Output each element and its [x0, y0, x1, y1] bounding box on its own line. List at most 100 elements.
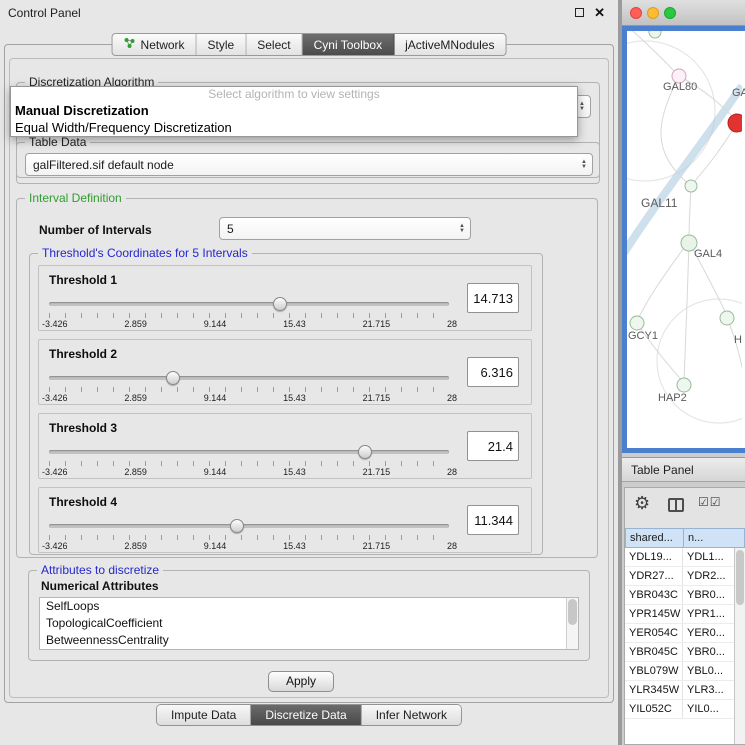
- tab-discretize-data[interactable]: Discretize Data: [251, 705, 361, 725]
- node-label-partial-h: H: [734, 334, 742, 346]
- checkbox-icons[interactable]: ☑☑: [698, 495, 722, 509]
- close-panel-button[interactable]: ✕: [594, 5, 605, 21]
- table-row[interactable]: YER054CYER0...: [625, 624, 734, 643]
- algorithm-hint: Select algorithm to view settings: [11, 87, 577, 102]
- thresholds-group: Threshold's Coordinates for 5 Intervals …: [29, 253, 543, 555]
- table-row[interactable]: YDR27...YDR2...: [625, 567, 734, 586]
- threshold-panel-3: Threshold 3 -3.4262.8599.14415.4321.7152…: [38, 413, 532, 479]
- threshold-1-value-input[interactable]: [467, 283, 519, 313]
- slider-thumb[interactable]: [230, 519, 244, 533]
- node-label-partial-ga: GA: [732, 87, 745, 99]
- slider-track[interactable]: [49, 450, 449, 454]
- columns-icon[interactable]: [668, 498, 684, 512]
- table-row[interactable]: YBR045CYBR0...: [625, 643, 734, 662]
- list-scrollbar[interactable]: [566, 598, 578, 649]
- slider-track[interactable]: [49, 524, 449, 528]
- table-scrollbar[interactable]: [734, 548, 745, 744]
- node-label-gal80: GAL80: [663, 81, 697, 93]
- scale-tick-label: -3.426: [42, 319, 68, 329]
- table-cell: YBR0...: [683, 586, 734, 604]
- table-cell: YER0...: [683, 624, 734, 642]
- tab-network[interactable]: Network: [113, 34, 197, 55]
- network-view-canvas[interactable]: GAL80 GA GAL11 GAL4 GCY1 H HAP2: [622, 26, 745, 453]
- tab-cyni-toolbox-label: Cyni Toolbox: [314, 38, 382, 52]
- slider-track[interactable]: [49, 302, 449, 306]
- slider-thumb[interactable]: [358, 445, 372, 459]
- tab-impute-data[interactable]: Impute Data: [157, 705, 251, 725]
- tab-cyni-toolbox[interactable]: Cyni Toolbox: [303, 34, 394, 55]
- window-close-button[interactable]: [630, 7, 642, 19]
- table-data-combobox[interactable]: galFiltered.sif default node ▲▼: [25, 153, 593, 176]
- scale-tick-label: 15.43: [283, 319, 306, 329]
- tab-jactivemodules-label: jActiveMNodules: [405, 38, 494, 52]
- tab-style[interactable]: Style: [197, 34, 247, 55]
- panel-title: Control Panel: [8, 6, 81, 20]
- algorithm-option-equal-width[interactable]: Equal Width/Frequency Discretization: [11, 119, 577, 136]
- table-row[interactable]: YPR145WYPR1...: [625, 605, 734, 624]
- scale-tick-label: 9.144: [204, 393, 227, 403]
- tab-infer-network[interactable]: Infer Network: [362, 705, 461, 725]
- list-item-topologicalcoefficient[interactable]: TopologicalCoefficient: [40, 615, 578, 632]
- float-window-button[interactable]: [575, 8, 584, 17]
- scale-tick-label: 2.859: [124, 319, 147, 329]
- slider-thumb[interactable]: [166, 371, 180, 385]
- scale-tick-label: 2.859: [124, 541, 147, 551]
- table-row[interactable]: YBL079WYBL0...: [625, 662, 734, 681]
- threshold-panel-2: Threshold 2 -3.4262.8599.14415.4321.7152…: [38, 339, 532, 405]
- attributes-group: Attributes to discretize Numerical Attri…: [28, 570, 590, 661]
- column-header-name[interactable]: n...: [683, 528, 745, 548]
- threshold-3-label: Threshold 3: [49, 421, 117, 435]
- network-icon: [124, 37, 136, 52]
- table-data-group-label: Table Data: [25, 135, 90, 149]
- table-cell: YIL052C: [625, 700, 683, 718]
- node-label-gal4: GAL4: [694, 248, 722, 260]
- apply-button[interactable]: Apply: [268, 671, 334, 692]
- table-data-value: galFiltered.sif default node: [33, 158, 174, 172]
- slider-track[interactable]: [49, 376, 449, 380]
- threshold-3-slider[interactable]: -3.4262.8599.14415.4321.71528: [49, 442, 449, 478]
- scale-tick-label: -3.426: [42, 393, 68, 403]
- combo-arrows-icon: ▲▼: [581, 160, 587, 170]
- table-row[interactable]: YBR043CYBR0...: [625, 586, 734, 605]
- window-minimize-button[interactable]: [647, 7, 659, 19]
- table-cell: YDL19...: [625, 548, 683, 566]
- threshold-4-value-input[interactable]: [467, 505, 519, 535]
- number-of-intervals-value: 5: [227, 222, 234, 236]
- table-header-row: shared... n...: [625, 528, 745, 548]
- table-cell: YPR145W: [625, 605, 683, 623]
- threshold-2-value-input[interactable]: [467, 357, 519, 387]
- table-scrollbar-thumb[interactable]: [736, 550, 744, 605]
- scale-tick-label: 28: [447, 393, 457, 403]
- table-cell: YBR043C: [625, 586, 683, 604]
- control-panel: Control Panel ✕ Network Style Select Cyn…: [0, 0, 618, 745]
- threshold-3-value-input[interactable]: [467, 431, 519, 461]
- numerical-attributes-list[interactable]: SelfLoops TopologicalCoefficient Between…: [39, 597, 579, 650]
- bottom-tab-bar: Impute Data Discretize Data Infer Networ…: [156, 704, 462, 726]
- tab-select[interactable]: Select: [246, 34, 302, 55]
- table-cell: YLR345W: [625, 681, 683, 699]
- table-cell: YDL1...: [683, 548, 734, 566]
- number-of-intervals-label: Number of Intervals: [39, 223, 152, 237]
- table-row[interactable]: YDL19...YDL1...: [625, 548, 734, 567]
- combo-arrows-icon: ▲▼: [579, 102, 585, 112]
- number-of-intervals-combobox[interactable]: 5 ▲▼: [219, 217, 471, 240]
- column-header-shared-name[interactable]: shared...: [625, 528, 683, 548]
- threshold-1-slider[interactable]: -3.4262.8599.14415.4321.71528: [49, 294, 449, 330]
- gear-icon[interactable]: ⚙: [634, 493, 650, 514]
- threshold-2-slider[interactable]: -3.4262.8599.14415.4321.71528: [49, 368, 449, 404]
- threshold-2-label: Threshold 2: [49, 347, 117, 361]
- threshold-4-slider[interactable]: -3.4262.8599.14415.4321.71528: [49, 516, 449, 552]
- list-scrollbar-thumb[interactable]: [568, 599, 577, 625]
- algorithm-option-manual[interactable]: Manual Discretization: [11, 102, 577, 119]
- node-table: shared... n... YDL19...YDL1...YDR27...YD…: [625, 528, 745, 744]
- table-row[interactable]: YIL052CYIL0...: [625, 700, 734, 719]
- list-item-betweennesscentrality[interactable]: BetweennessCentrality: [40, 632, 578, 649]
- window-zoom-button[interactable]: [664, 7, 676, 19]
- tab-jactivemodules[interactable]: jActiveMNodules: [394, 34, 505, 55]
- table-row[interactable]: YLR345WYLR3...: [625, 681, 734, 700]
- slider-ticks: [49, 313, 449, 318]
- list-item-selfloops[interactable]: SelfLoops: [40, 598, 578, 615]
- threshold-panel-1: Threshold 1 -3.4262.8599.14415.4321.7152…: [38, 265, 532, 331]
- slider-thumb[interactable]: [273, 297, 287, 311]
- scale-tick-label: -3.426: [42, 467, 68, 477]
